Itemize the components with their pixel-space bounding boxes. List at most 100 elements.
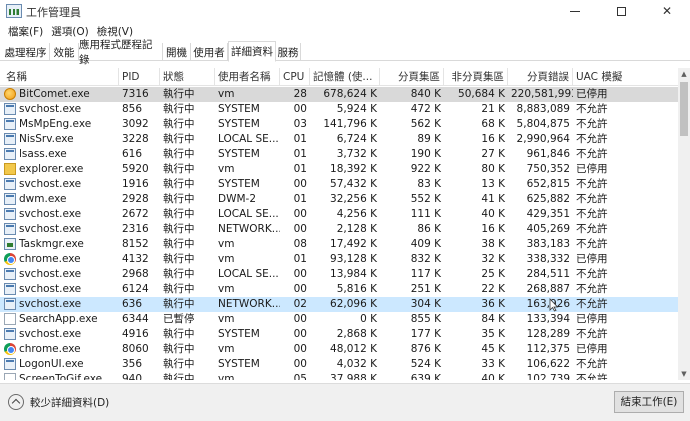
end-task-button[interactable]: 結束工作(E) [614,391,684,413]
cell-page-faults: 405,269 [526,223,570,235]
table-row[interactable]: BitComet.exe 7316 執行中 vm 28 678,624 K 840 K 50,… [0,87,678,102]
cell-cpu: 00 [293,358,307,370]
table-row[interactable]: ScreenToGif.exe 940 執行中 vm 05 37,988 K 639 K 40… [0,372,678,380]
cell-nonpaged-pool: 40 K [481,373,505,380]
cell-cpu: 01 [293,193,307,205]
service-host-icon [4,118,16,130]
cell-cpu: 01 [293,133,307,145]
table-row[interactable]: LogonUI.exe 356 執行中 SYSTEM 00 4,032 K 524 K 33 … [0,357,678,372]
footer-bar: 較少詳細資料(D) 結束工作(E) [0,383,690,421]
cell-memory: 678,624 K [323,88,377,100]
menu-file[interactable]: 檔案(F) [4,24,47,39]
cell-nonpaged-pool: 21 K [481,103,505,115]
cell-nonpaged-pool: 22 K [481,283,505,295]
cell-page-faults: 750,352 [526,163,570,175]
column-header-memory[interactable]: 記憶體 (使... [310,68,380,86]
fewer-details-link[interactable]: 較少詳細資料(D) [30,395,109,410]
cell-uac-virtualization: 不允許 [576,223,608,235]
cell-pid: 2672 [122,208,149,220]
cell-memory: 13,984 K [330,268,377,280]
task-manager-app-icon [6,4,22,18]
cell-uac-virtualization: 不允許 [576,103,608,115]
table-row[interactable]: svchost.exe 2672 執行中 LOCAL SE... 00 4,256 K 11… [0,207,678,222]
cell-page-faults: 133,394 [526,313,570,325]
cell-uac-virtualization: 不允許 [576,133,608,145]
table-row[interactable]: svchost.exe 4916 執行中 SYSTEM 00 2,868 K 177 K 35… [0,327,678,342]
tab-processes[interactable]: 處理程序 [2,43,50,61]
cell-nonpaged-pool: 50,684 K [458,88,505,100]
service-host-icon [4,133,16,145]
tab-details[interactable]: 詳細資料 [228,41,276,62]
tab-performance[interactable]: 效能 [50,43,79,61]
column-header-uac-virtualization[interactable]: UAC 模擬 [573,68,678,86]
scroll-down-arrow-icon[interactable]: ▼ [678,368,690,380]
vertical-scrollbar[interactable]: ▲ ▼ [678,68,690,380]
table-row[interactable]: NisSrv.exe 3228 執行中 LOCAL SE... 01 6,724 K 89 … [0,132,678,147]
cell-process-name: MsMpEng.exe [19,118,92,130]
scrollbar-thumb[interactable] [680,82,688,136]
cell-process-name: chrome.exe [19,253,81,265]
column-header-nonpaged-pool[interactable]: 非分頁集區 [444,68,508,86]
tab-users[interactable]: 使用者 [191,43,228,61]
cell-status: 執行中 [163,118,195,130]
table-row[interactable]: lsass.exe 616 執行中 SYSTEM 01 3,732 K 190 K 27 K 9… [0,147,678,162]
cell-username: SYSTEM [218,328,260,340]
cell-page-faults: 2,990,964 [516,133,570,145]
tab-startup[interactable]: 開機 [163,43,191,61]
cell-status: 執行中 [163,343,195,355]
cell-cpu: 00 [293,328,307,340]
scroll-up-arrow-icon[interactable]: ▲ [678,68,690,80]
table-row[interactable]: svchost.exe 6124 執行中 vm 00 5,816 K 251 K 22 K 26… [0,282,678,297]
column-header-paged-pool[interactable]: 分頁集區 [380,68,444,86]
table-row[interactable]: svchost.exe 856 執行中 SYSTEM 00 5,924 K 472 K 21 … [0,102,678,117]
cell-pid: 940 [122,373,143,380]
cell-cpu: 01 [293,163,307,175]
cell-username: LOCAL SE... [218,133,279,145]
cell-status: 執行中 [163,268,195,280]
table-row[interactable]: svchost.exe 2968 執行中 LOCAL SE... 00 13,984 K 1… [0,267,678,282]
cell-paged-pool: 86 K [417,223,441,235]
cell-pid: 2968 [122,268,149,280]
column-header-page-faults[interactable]: 分頁錯誤 [508,68,573,86]
column-header-cpu[interactable]: CPU [280,68,310,86]
cell-pid: 356 [122,358,143,370]
cell-uac-virtualization: 不允許 [576,208,608,220]
cell-uac-virtualization: 不允許 [576,268,608,280]
task-manager-icon [4,238,16,250]
minimize-button[interactable] [552,0,598,22]
cell-paged-pool: 840 K [410,88,441,100]
service-host-icon [4,208,16,220]
close-button[interactable]: ✕ [644,0,690,22]
cell-nonpaged-pool: 41 K [481,193,505,205]
table-row[interactable]: svchost.exe 636 執行中 NETWORK... 02 62,096 K 304… [0,297,678,312]
cell-uac-virtualization: 已停用 [576,313,608,325]
table-row[interactable]: svchost.exe 1916 執行中 SYSTEM 00 57,432 K 83 K 13… [0,177,678,192]
table-row[interactable]: SearchApp.exe 6344 已暫停 vm 00 0 K 855 K 84 K 133,… [0,312,678,327]
cell-uac-virtualization: 不允許 [576,373,608,380]
tab-services[interactable]: 服務 [276,43,301,61]
column-header-status[interactable]: 狀態 [160,68,215,86]
table-row[interactable]: explorer.exe 5920 執行中 vm 01 18,392 K 922 K 80 K… [0,162,678,177]
column-header-username[interactable]: 使用者名稱 [215,68,280,86]
cell-status: 執行中 [163,223,195,235]
table-row[interactable]: dwm.exe 2928 執行中 DWM-2 01 32,256 K 552 K 41 K 62… [0,192,678,207]
table-row[interactable]: chrome.exe 8060 執行中 vm 00 48,012 K 876 K 45 K 11… [0,342,678,357]
table-row[interactable]: svchost.exe 2316 執行中 NETWORK... 00 2,128 K 86 … [0,222,678,237]
column-header-name[interactable]: 名稱 [0,68,119,86]
table-row[interactable]: Taskmgr.exe 8152 執行中 vm 08 17,492 K 409 K 38 K 3… [0,237,678,252]
cell-page-faults: 8,883,089 [516,103,570,115]
column-header-pid[interactable]: PID [119,68,160,86]
cell-uac-virtualization: 已停用 [576,163,608,175]
title-bar: 工作管理員 ✕ [0,0,690,22]
tab-app-history[interactable]: 應用程式歷程記錄 [79,39,163,66]
cell-nonpaged-pool: 33 K [481,358,505,370]
cell-memory: 141,796 K [323,118,377,130]
cell-cpu: 08 [293,238,307,250]
collapse-chevron-icon[interactable] [8,394,24,410]
table-row[interactable]: chrome.exe 4132 執行中 vm 01 93,128 K 832 K 32 K 33… [0,252,678,267]
service-host-icon [4,328,16,340]
cell-paged-pool: 876 K [410,343,441,355]
cell-page-faults: 106,622 [526,358,570,370]
table-row[interactable]: MsMpEng.exe 3092 執行中 SYSTEM 03 141,796 K 562 K… [0,117,678,132]
maximize-button[interactable] [598,0,644,22]
